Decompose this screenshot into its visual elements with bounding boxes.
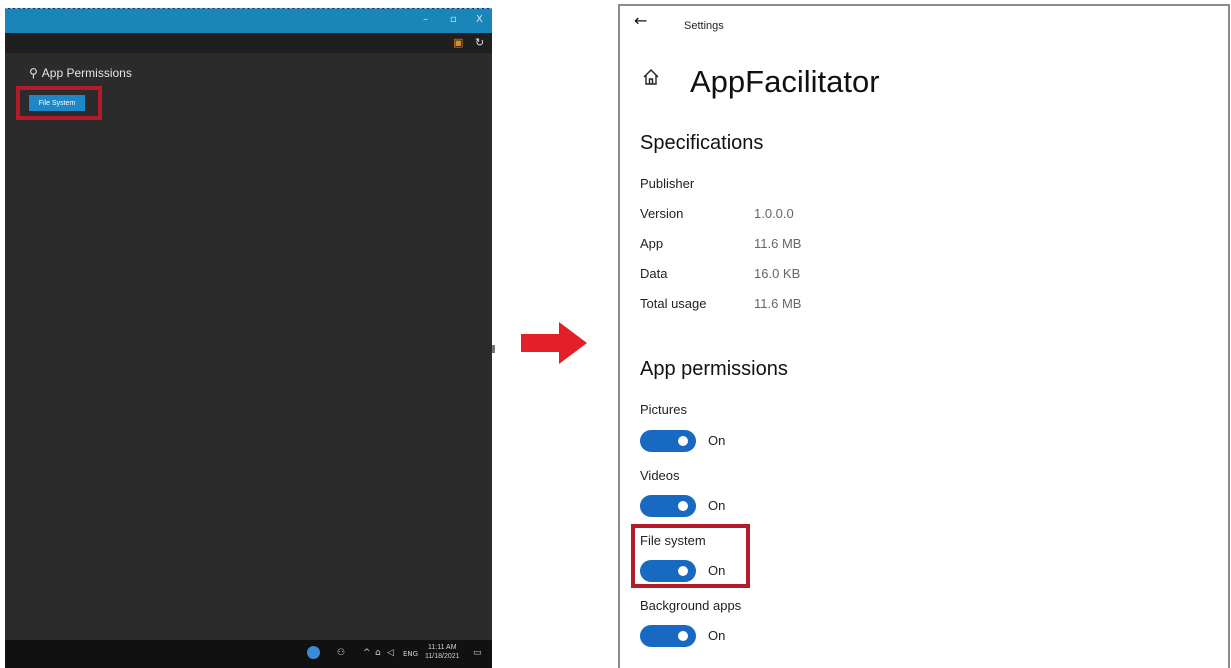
spec-label-version: Version (640, 206, 684, 221)
toggle-knob (678, 436, 688, 446)
spec-label-data: Data (640, 266, 668, 281)
clock-time: 11:11 AM (427, 644, 457, 651)
permission-label-background-apps: Background apps (640, 598, 742, 613)
clipboard-icon[interactable]: ▣ (453, 36, 463, 49)
language-indicator[interactable]: ENG (403, 650, 418, 658)
spec-label-total-usage: Total usage (640, 296, 707, 311)
spec-value-total-usage: 11.6 MB (754, 296, 802, 311)
app-window-dark: – ▫ X ▣ ↻ ⚲ App Permissions File System ⚇… (5, 8, 495, 668)
spec-value-app: 11.6 MB (754, 236, 802, 251)
background-apps-toggle-state: On (708, 628, 726, 643)
browser-icon[interactable] (307, 646, 320, 659)
specifications-heading: Specifications (640, 132, 764, 154)
volume-icon[interactable]: ◁ (387, 648, 394, 658)
back-arrow-icon[interactable]: ← (634, 11, 647, 30)
toggle-knob (678, 501, 688, 511)
videos-toggle[interactable] (640, 495, 696, 517)
highlight-box-file-system-button (16, 86, 102, 120)
app-permissions-heading-text: App Permissions (41, 66, 132, 80)
videos-toggle-state: On (708, 498, 726, 513)
permission-label-videos: Videos (640, 468, 680, 483)
network-icon[interactable]: ⌂ (375, 648, 381, 658)
highlight-box-file-system (631, 524, 750, 588)
maximize-button[interactable]: ▫ (450, 14, 457, 25)
app-name-heading: AppFacilitator (690, 64, 880, 99)
pictures-toggle-state: On (708, 433, 726, 448)
search-icon: ⚲ (29, 66, 38, 80)
people-icon[interactable]: ⚇ (337, 648, 345, 658)
spec-value-version: 1.0.0.0 (754, 206, 794, 221)
title-bar: – ▫ X (5, 9, 492, 33)
right-arrow-icon (521, 322, 587, 364)
spec-label-publisher: Publisher (640, 176, 695, 191)
close-button[interactable]: X (476, 14, 483, 25)
chevron-up-icon[interactable]: ^ (363, 648, 371, 658)
app-permissions-heading: App permissions (640, 358, 788, 380)
spec-label-app: App (640, 236, 664, 251)
scroll-handle[interactable] (492, 345, 495, 353)
spec-value-data: 16.0 KB (754, 266, 801, 281)
minimize-button[interactable]: – (423, 14, 428, 25)
home-icon[interactable] (642, 68, 660, 86)
app-permissions-heading: ⚲ App Permissions (29, 66, 132, 80)
taskbar-clock[interactable]: 11:11 AM 11/18/2021 (425, 643, 460, 661)
refresh-icon[interactable]: ↻ (475, 36, 484, 49)
settings-window: ← Settings AppFacilitator Specifications… (618, 4, 1230, 668)
taskbar: ⚇ ^ ⌂ ◁ ENG 11:11 AM 11/18/2021 ▭ (5, 640, 492, 668)
window-title: Settings (684, 20, 724, 32)
permission-label-pictures: Pictures (640, 402, 687, 417)
toggle-knob (678, 631, 688, 641)
background-apps-toggle[interactable] (640, 625, 696, 647)
notification-icon[interactable]: ▭ (473, 648, 482, 658)
command-bar: ▣ ↻ (5, 33, 492, 53)
pictures-toggle[interactable] (640, 430, 696, 452)
clock-date: 11/18/2021 (425, 653, 460, 660)
